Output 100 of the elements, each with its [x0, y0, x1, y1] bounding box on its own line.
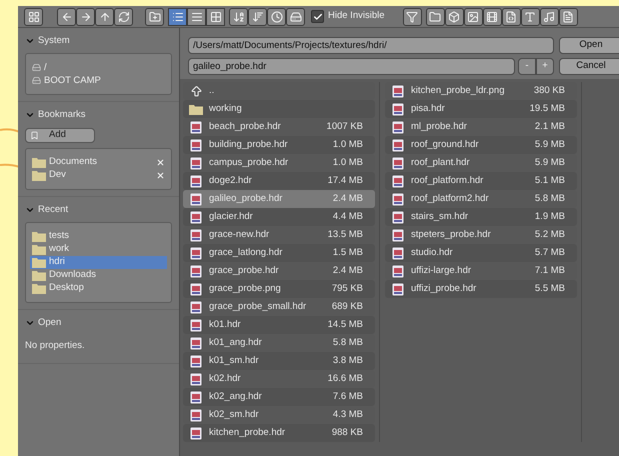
file-name: working: [209, 102, 243, 116]
file-row[interactable]: glacier.hdr 4.4 MB: [183, 208, 375, 226]
file-name: roof_platform2.hdr: [411, 192, 490, 206]
section-header[interactable]: System: [38, 34, 70, 48]
file-size: 5.2 MB: [534, 228, 566, 242]
increment-button[interactable]: +: [536, 58, 554, 75]
file-name: building_probe.hdr: [209, 138, 289, 152]
file-row[interactable]: k01_sm.hdr 3.8 MB: [183, 352, 375, 370]
sidebar-item[interactable]: work: [30, 242, 167, 256]
file-name: beach_probe.hdr: [209, 120, 282, 134]
file-row[interactable]: stairs_sm.hdr 1.9 MB: [385, 208, 577, 226]
cancel-button[interactable]: Cancel: [559, 58, 619, 75]
file-size: 4.4 MB: [332, 210, 364, 224]
file-size: 7.6 MB: [332, 390, 364, 404]
file-row[interactable]: roof_ground.hdr 5.9 MB: [385, 136, 577, 154]
sidebar-item[interactable]: tests: [30, 230, 167, 243]
decrement-button[interactable]: -: [518, 58, 536, 75]
file-size: 689 KB: [332, 300, 364, 314]
file-size: 795 KB: [332, 282, 364, 296]
file-size: 5.9 MB: [534, 138, 566, 152]
file-row[interactable]: uffizi_probe.hdr 5.5 MB: [385, 280, 577, 298]
file-name: stpeters_probe.hdr: [411, 228, 492, 242]
hide-invisible-label: Hide Invisible: [328, 9, 384, 24]
open-button[interactable]: Open: [559, 37, 619, 54]
no-properties-text: No properties.: [25, 339, 86, 353]
file-size: 1.9 MB: [534, 210, 566, 224]
sidebar-item[interactable]: Dev: [30, 168, 167, 182]
file-name: glacier.hdr: [209, 210, 254, 224]
filename-field[interactable]: galileo_probe.hdr: [188, 58, 515, 75]
file-name: galileo_probe.hdr: [209, 192, 284, 206]
file-row[interactable]: galileo_probe.hdr 2.4 MB: [183, 190, 375, 208]
file-row[interactable]: pisa.hdr 19.5 MB: [385, 100, 577, 118]
file-name: grace_probe.png: [209, 282, 282, 296]
file-row[interactable]: working: [183, 100, 375, 118]
file-size: 988 KB: [332, 426, 364, 440]
file-size: 1.0 MB: [332, 156, 364, 170]
file-size: 1.5 MB: [332, 246, 364, 260]
file-name: ..: [209, 84, 216, 98]
file-name: k02_sm.hdr: [209, 408, 260, 422]
file-row[interactable]: k01.hdr 14.5 MB: [183, 316, 375, 334]
file-size: 17.4 MB: [328, 174, 364, 188]
path-field[interactable]: /Users/matt/Documents/Projects/textures/hdri/: [188, 37, 554, 54]
sidebar-item[interactable]: Desktop: [30, 282, 167, 295]
file-name: studio.hdr: [411, 246, 454, 260]
file-size: 5.1 MB: [534, 174, 566, 188]
file-name: uffizi-large.hdr: [411, 264, 472, 278]
file-size: 7.1 MB: [534, 264, 566, 278]
file-size: 14.5 MB: [328, 318, 364, 332]
file-name: campus_probe.hdr: [209, 156, 290, 170]
file-size: 2.1 MB: [534, 120, 566, 134]
file-row[interactable]: grace_probe.png 795 KB: [183, 280, 375, 298]
file-name: grace_latlong.hdr: [209, 246, 284, 260]
file-row[interactable]: k02_ang.hdr 7.6 MB: [183, 388, 375, 406]
file-name: roof_ground.hdr: [411, 138, 480, 152]
file-name: roof_platform.hdr: [411, 174, 484, 188]
file-row[interactable]: doge2.hdr 17.4 MB: [183, 172, 375, 190]
file-name: grace_probe.hdr: [209, 264, 280, 278]
section-header[interactable]: Bookmarks: [38, 108, 86, 122]
file-size: 380 KB: [534, 84, 566, 98]
file-size: 2.4 MB: [332, 192, 364, 206]
section-header[interactable]: Recent: [38, 202, 68, 217]
file-size: 16.6 MB: [328, 372, 364, 386]
file-name: doge2.hdr: [209, 174, 253, 188]
file-name: k01_ang.hdr: [209, 336, 263, 350]
file-name: grace_probe_small.hdr: [209, 300, 308, 314]
file-row[interactable]: building_probe.hdr 1.0 MB: [183, 136, 375, 154]
file-row[interactable]: kitchen_probe.hdr 988 KB: [183, 424, 375, 442]
sidebar-item[interactable]: /: [30, 61, 167, 74]
file-size: 13.5 MB: [328, 228, 364, 242]
file-size: 5.8 MB: [534, 192, 566, 206]
file-size: 5.5 MB: [534, 282, 566, 296]
file-size: 3.8 MB: [332, 354, 364, 368]
sidebar-item[interactable]: Downloads: [30, 268, 167, 282]
file-row[interactable]: grace_latlong.hdr 1.5 MB: [183, 244, 375, 262]
file-name: grace-new.hdr: [209, 228, 270, 242]
file-name: roof_plant.hdr: [411, 156, 471, 170]
section-header[interactable]: Open: [38, 316, 62, 330]
sidebar-item[interactable]: hdri: [30, 256, 167, 269]
file-size: 5.7 MB: [534, 246, 566, 260]
file-size: 1007 KB: [326, 120, 364, 134]
file-size: 2.4 MB: [332, 264, 364, 278]
file-size: 1.0 MB: [332, 138, 364, 152]
sidebar-item[interactable]: BOOT CAMP: [30, 74, 167, 88]
file-size: 19.5 MB: [530, 102, 566, 116]
file-name: pisa.hdr: [411, 102, 446, 116]
file-size: 5.9 MB: [534, 156, 566, 170]
file-size: 5.8 MB: [332, 336, 364, 350]
file-name: uffizi_probe.hdr: [411, 282, 478, 296]
file-row[interactable]: studio.hdr 5.7 MB: [385, 244, 577, 262]
sidebar-item[interactable]: Documents: [30, 156, 167, 168]
file-size: 4.3 MB: [332, 408, 364, 422]
file-row[interactable]: roof_platform.hdr 5.1 MB: [385, 172, 577, 190]
file-name: k02_ang.hdr: [209, 390, 263, 404]
file-name: k01.hdr: [209, 318, 242, 332]
add-button[interactable]: Add: [25, 128, 95, 142]
file-name: k02.hdr: [209, 372, 242, 386]
file-name: kitchen_probe.hdr: [209, 426, 286, 440]
file-name: k01_sm.hdr: [209, 354, 260, 368]
file-name: ml_probe.hdr: [411, 120, 468, 134]
file-name: kitchen_probe_ldr.png: [411, 84, 506, 98]
